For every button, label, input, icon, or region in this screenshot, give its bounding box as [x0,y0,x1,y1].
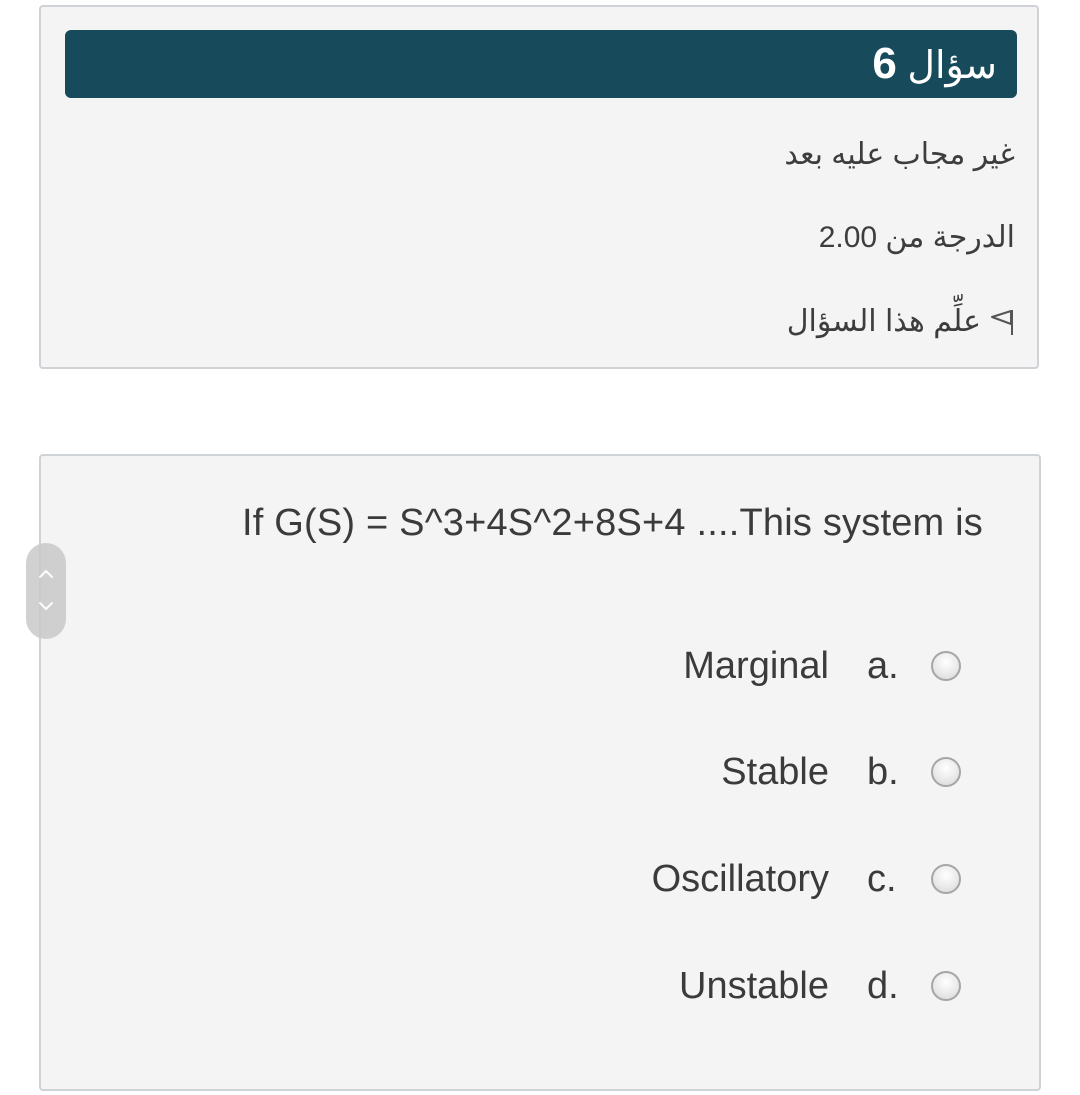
question-status: غير مجاب عليه بعد [784,138,1015,171]
answer-letter: b. [867,750,899,793]
flag-icon [989,307,1015,337]
answer-letter: d. [867,964,899,1007]
question-number: 6 [872,39,897,88]
question-text: If G(S) = S^3+4S^2+8S+4 ....This system … [241,502,983,544]
question-title: سؤال 6 [872,30,997,98]
scroll-nav-pill [26,543,66,639]
radio-button-d[interactable] [931,971,961,1001]
answer-label[interactable]: Marginal [683,645,829,688]
radio-button-a[interactable] [931,651,961,681]
question-grade: الدرجة من 2.00 [818,221,1015,254]
flag-label: علِّم هذا السؤال [786,305,981,338]
answer-letter: a. [867,644,899,687]
question-content-card: If G(S) = S^3+4S^2+8S+4 ....This system … [39,454,1041,1091]
radio-button-c[interactable] [931,864,961,894]
flag-question-link[interactable]: علِّم هذا السؤال [787,304,1015,339]
chevron-up-icon[interactable] [26,559,66,589]
question-info-card: سؤال 6 غير مجاب عليه بعد الدرجة من 2.00 … [39,5,1039,369]
question-title-word: سؤال [907,45,997,87]
radio-button-b[interactable] [931,757,961,787]
question-header: سؤال 6 [65,30,1017,98]
answer-option-d[interactable]: d. Unstable [679,964,961,1008]
answer-option-a[interactable]: a. Marginal [683,644,961,688]
chevron-down-icon[interactable] [26,591,66,621]
answer-label[interactable]: Stable [721,751,829,794]
answer-label[interactable]: Oscillatory [652,858,829,901]
answer-option-b[interactable]: b. Stable [721,750,961,794]
answer-letter: c. [867,857,897,900]
answer-option-c[interactable]: c. Oscillatory [652,857,961,901]
answer-label[interactable]: Unstable [679,965,829,1008]
